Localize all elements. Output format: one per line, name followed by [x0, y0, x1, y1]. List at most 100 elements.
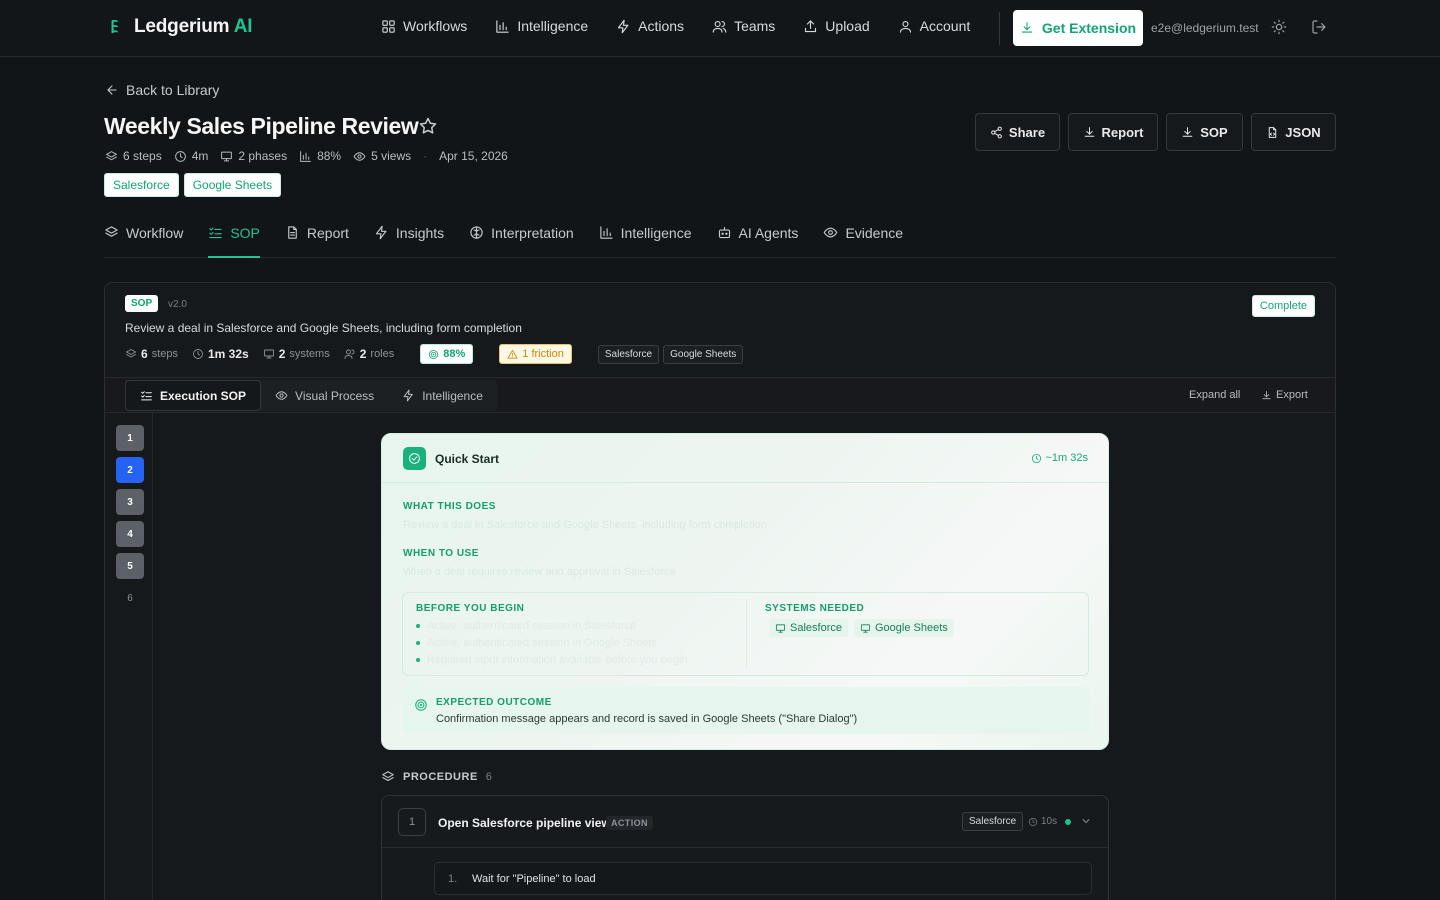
favorite-button[interactable]: [418, 116, 438, 136]
download-sop-button[interactable]: SOP: [1166, 113, 1243, 151]
procedure-step: 1 Open Salesforce pipeline view ACTION S…: [381, 795, 1109, 900]
tab-interpretation[interactable]: Interpretation: [469, 219, 574, 258]
subtab-visual-process-label: Visual Process: [295, 388, 375, 403]
layers-icon: [106, 150, 117, 160]
target-icon: [429, 349, 439, 359]
export-label: Export: [1276, 389, 1308, 401]
quick-start-time-value: ~1m 32s: [1045, 452, 1089, 464]
nav-account[interactable]: Account: [898, 18, 970, 34]
upload-icon: [805, 19, 817, 32]
stat-time: 1m 32s: [192, 347, 249, 361]
tag-salesforce[interactable]: Salesforce: [104, 173, 179, 197]
tag-google-sheets[interactable]: Google Sheets: [183, 173, 282, 197]
tab-workflow[interactable]: Workflow: [104, 219, 183, 258]
tab-insights[interactable]: Insights: [374, 219, 444, 258]
sop-version: v2.0: [168, 299, 187, 310]
zap-icon: [403, 389, 413, 402]
nav-teams[interactable]: Teams: [712, 18, 775, 34]
tab-report[interactable]: Report: [285, 219, 349, 258]
step-duration-value: 10s: [1041, 816, 1058, 827]
subtab-intelligence[interactable]: Intelligence: [388, 380, 497, 411]
step-nav-6[interactable]: 6: [116, 585, 144, 611]
stat-steps-label: steps: [151, 348, 178, 360]
nav-intelligence[interactable]: Intelligence: [495, 18, 588, 34]
brand[interactable]: Ledgerium AI: [108, 16, 253, 38]
tab-sop[interactable]: SOP: [208, 219, 260, 258]
system-pill-salesforce: Salesforce: [597, 344, 660, 364]
prereq-item: Active, authenticated session in Salesfo…: [416, 620, 636, 632]
meta-steps-text: 6 steps: [123, 149, 162, 163]
expected-outcome: EXPECTED OUTCOME Confirmation message ap…: [402, 687, 1089, 734]
nav-upload[interactable]: Upload: [803, 18, 870, 34]
file-code-icon: [1269, 126, 1277, 138]
tab-interpretation-label: Interpretation: [491, 225, 574, 241]
substep-text: Wait for "Pipeline" to load: [472, 873, 596, 885]
step-duration: 10s: [1028, 816, 1057, 827]
tab-sop-label: SOP: [230, 225, 260, 241]
expand-step-button[interactable]: [1080, 815, 1092, 827]
tab-evidence[interactable]: Evidence: [823, 219, 903, 258]
back-label: Back to Library: [126, 82, 220, 98]
clock-icon: [1031, 453, 1041, 463]
prereq-item: Active, authenticated session in Google …: [416, 637, 657, 649]
layers-icon: [382, 771, 394, 782]
json-label: JSON: [1285, 124, 1321, 140]
bar-chart-icon: [496, 19, 509, 33]
what-this-does-text: Review a deal in Salesforce and Google S…: [403, 519, 767, 531]
logout-button[interactable]: [1311, 19, 1327, 35]
step-navigator: 1 2 3 4 5 6: [105, 413, 153, 900]
logout-icon: [1312, 20, 1326, 34]
system-tag-google-sheets-label: Google Sheets: [875, 622, 948, 634]
system-tag-salesforce-label: Salesforce: [790, 622, 842, 634]
top-navigation-bar: Ledgerium AI Workflows Intelligence Acti…: [0, 0, 1440, 57]
step-nav-4[interactable]: 4: [116, 521, 144, 547]
download-icon: [1021, 22, 1033, 33]
tab-workflow-label: Workflow: [126, 225, 184, 241]
system-pill-google-sheets: Google Sheets: [663, 344, 744, 364]
bar-chart-icon: [599, 226, 613, 239]
back-to-library-link[interactable]: Back to Library: [105, 82, 219, 98]
quick-start-header: Quick Start ~1m 32s: [382, 434, 1108, 483]
tab-intelligence[interactable]: Intelligence: [599, 219, 692, 258]
users-icon: [344, 349, 355, 359]
step-nav-5[interactable]: 5: [116, 553, 144, 579]
share-label: Share: [1008, 124, 1046, 140]
checklist-icon: [141, 391, 152, 401]
brand-name: Ledgerium AI: [134, 16, 253, 37]
when-to-use-text: When a deal requires review and approval…: [403, 566, 676, 578]
stat-systems-label: systems: [289, 348, 330, 360]
step-nav-1[interactable]: 1: [116, 425, 144, 451]
warning-icon: [507, 349, 518, 359]
expected-outcome-label: EXPECTED OUTCOME: [436, 697, 552, 708]
tab-ai-agents-label: AI Agents: [738, 225, 799, 241]
stat-systems: 2 systems: [263, 347, 330, 361]
what-this-does-label: WHAT THIS DOES: [403, 501, 496, 512]
tab-ai-agents[interactable]: AI Agents: [717, 219, 799, 258]
stat-roles-value: 2: [359, 347, 367, 361]
expand-all-button[interactable]: Expand all: [1189, 389, 1240, 401]
download-report-button[interactable]: Report: [1068, 113, 1158, 151]
friction-badge[interactable]: 1 friction: [499, 344, 572, 364]
procedure-step-header[interactable]: 1 Open Salesforce pipeline view ACTION S…: [382, 796, 1108, 848]
meta-views-text: 5 views: [371, 149, 412, 163]
share-button[interactable]: Share: [975, 113, 1060, 151]
status-badge: Complete: [1251, 295, 1315, 317]
sun-icon: [1271, 19, 1287, 35]
theme-toggle-button[interactable]: [1271, 19, 1287, 35]
subtab-execution-sop[interactable]: Execution SOP: [125, 380, 262, 411]
download-icon: [1262, 390, 1271, 399]
page-title: Weekly Sales Pipeline Review: [104, 113, 419, 139]
system-tag-salesforce: Salesforce: [769, 619, 848, 637]
nav-intelligence-label: Intelligence: [517, 18, 589, 34]
step-nav-2[interactable]: 2: [116, 457, 144, 483]
subtab-visual-process[interactable]: Visual Process: [261, 380, 388, 411]
step-nav-3[interactable]: 3: [116, 489, 144, 515]
expected-outcome-text: Confirmation message appears and record …: [436, 713, 858, 725]
nav-actions[interactable]: Actions: [616, 18, 684, 34]
sop-subtab-bar: Execution SOP Visual Process Intelligenc…: [105, 377, 1335, 413]
nav-workflows[interactable]: Workflows: [381, 18, 467, 34]
export-button[interactable]: Export: [1261, 389, 1308, 401]
user-icon: [899, 20, 911, 33]
download-json-button[interactable]: JSON: [1251, 113, 1336, 151]
get-extension-button[interactable]: Get Extension: [1013, 10, 1143, 46]
